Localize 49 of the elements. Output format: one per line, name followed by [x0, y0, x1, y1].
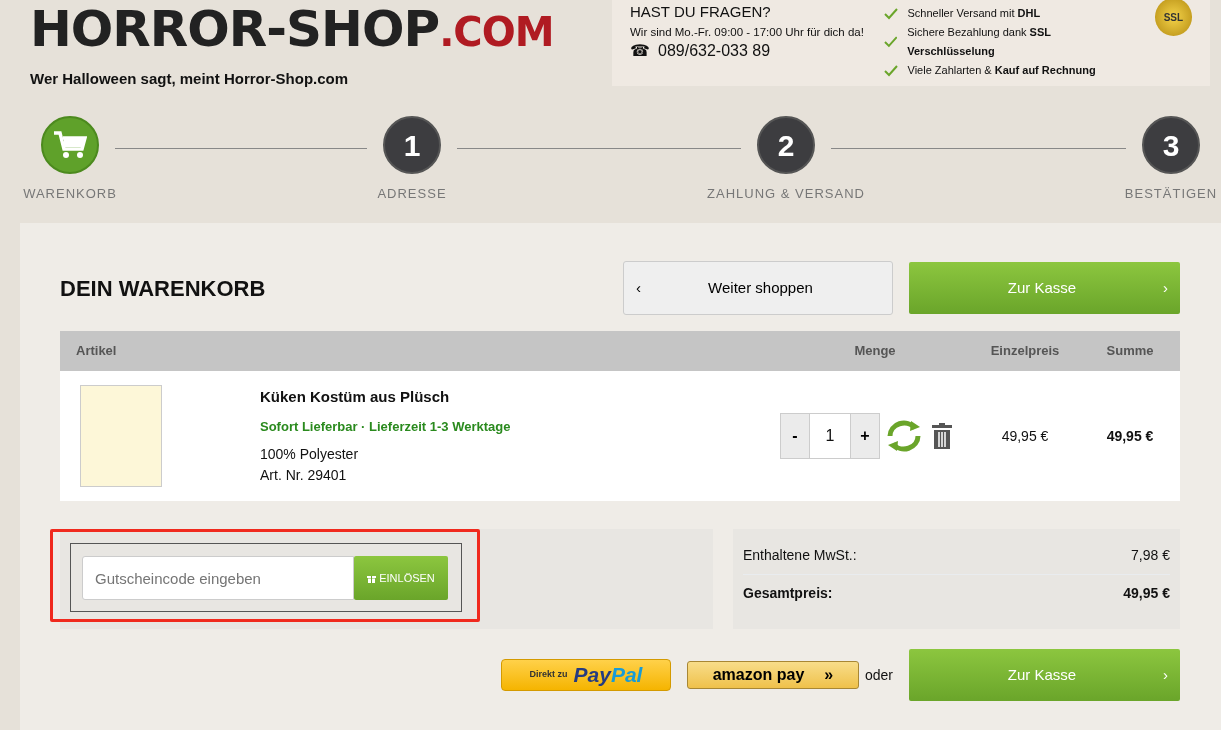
tagline: Wer Halloween sagt, meint Horror-Shop.com	[30, 69, 350, 89]
step-circle[interactable]: 1	[383, 116, 441, 174]
line-total: 49,95 €	[1105, 426, 1155, 446]
unit-price: 49,95 €	[1000, 426, 1050, 446]
total-label: Enthaltene MwSt.:	[743, 546, 857, 565]
product-name[interactable]: Küken Kostüm aus Plüsch	[260, 386, 780, 409]
step-label: BESTÄTIGEN	[1124, 185, 1218, 203]
benefit-text: Schneller Versand mit DHL	[907, 6, 1041, 21]
total-value: 7,98 €	[1131, 546, 1170, 565]
trash-icon[interactable]	[932, 423, 952, 449]
chevron-left-icon: ‹	[636, 276, 641, 300]
step-circle[interactable]	[41, 116, 99, 174]
amazon-pay-button[interactable]: amazon pay »	[686, 661, 859, 689]
ssl-seal: SSL	[1154, 0, 1192, 36]
logo[interactable]: HORROR-SHOP.COM	[30, 4, 554, 54]
availability-text: Sofort Lieferbar · Lieferzeit 1-3 Werktage	[260, 417, 512, 436]
paypal-button[interactable]: Direkt zu PayPal	[500, 659, 671, 691]
phone-icon: ☎	[630, 38, 650, 63]
cart-icon	[53, 130, 87, 160]
cart-title: DEIN WARENKORB	[60, 274, 267, 303]
benefit-text: Sichere Bezahlung dank SSL Verschlüsselung	[907, 25, 1052, 59]
benefit-text: Viele Zahlarten & Kauf auf Rechnung	[907, 63, 1096, 78]
or-text: oder	[864, 665, 893, 685]
check-icon	[883, 36, 898, 48]
opening-hours: Wir sind Mo.-Fr. 09:00 - 17:00 Uhr für dich da!	[630, 24, 865, 39]
phone-number[interactable]: 089/632-033 89	[658, 38, 771, 63]
coupon-input-field[interactable]: Gutscheincode eingeben	[82, 556, 354, 600]
column-header: Summe	[1105, 342, 1155, 361]
step-label: ADRESSE	[377, 185, 447, 203]
article-number: Art. Nr. 29401	[260, 466, 348, 485]
column-header: Menge	[853, 342, 897, 361]
column-header: Artikel	[75, 342, 118, 361]
continue-shopping-button[interactable]: ‹ Weiter shoppen	[623, 261, 893, 315]
step-circle[interactable]: 2	[757, 116, 815, 174]
check-icon	[883, 64, 898, 77]
column-header: Einzelpreis	[989, 342, 1061, 361]
total-label: Gesamtpreis:	[743, 584, 833, 603]
step-label: ZAHLUNG & VERSAND	[707, 185, 865, 203]
total-value: 49,95 €	[1123, 584, 1170, 603]
gift-icon	[367, 573, 377, 583]
contact-title: HAST DU FRAGEN?	[630, 4, 772, 21]
check-icon	[883, 7, 898, 20]
decrease-button[interactable]: -	[780, 413, 810, 459]
increase-button[interactable]: +	[850, 413, 880, 459]
chevron-right-icon: ›	[1163, 663, 1168, 687]
product-material: 100% Polyester	[260, 445, 360, 464]
step-circle[interactable]: 3	[1142, 116, 1200, 174]
chevron-right-icon: ›	[1163, 276, 1168, 300]
step-label: WARENKORB	[23, 185, 117, 203]
